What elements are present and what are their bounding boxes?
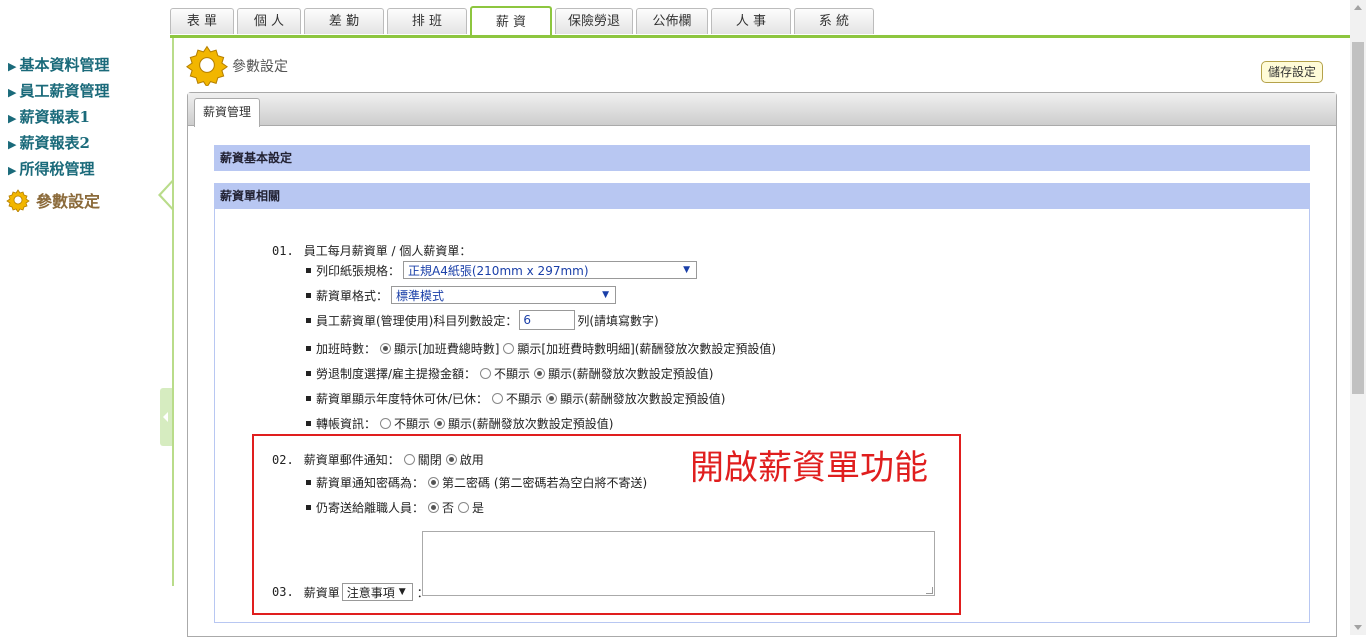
overtime-hours-label: 加班時數：	[316, 342, 377, 356]
save-settings-button[interactable]: 儲存設定	[1261, 61, 1324, 83]
module-tabs: 表 單 個 人 差 勤 排 班 薪 資 保險勞退 公佈欄 人 事 系 統	[170, 6, 877, 36]
annual-leave-hide-radio[interactable]	[492, 393, 504, 404]
triangle-right-icon: ▶	[8, 112, 17, 125]
annual-leave-show-radio[interactable]	[546, 393, 558, 404]
payslip-format-value: 標準模式	[396, 288, 445, 303]
bullet-icon	[306, 371, 311, 376]
sidebar-item-basic-data[interactable]: ▶ 基本資料管理	[8, 54, 109, 75]
tab-attendance[interactable]: 差 勤	[304, 8, 384, 34]
item-rows-input[interactable]: 6	[519, 310, 576, 330]
bullet-icon	[306, 396, 311, 401]
sidebar-item-label: 薪資報表2	[19, 134, 90, 152]
dropdown-arrow-icon: ▼	[602, 290, 610, 300]
scrollbar-thumb[interactable]	[1352, 42, 1364, 394]
triangle-right-icon: ▶	[8, 86, 17, 99]
transfer-info-row: 轉帳資訊： 不顯示 顯示(薪酬發放次數設定預設值)	[306, 415, 613, 432]
annual-leave-show-label: 顯示(薪酬發放次數設定預設值)	[560, 392, 726, 406]
pension-hide-label: 不顯示	[494, 367, 531, 381]
setting-label: 員工每月薪資單 / 個人薪資單：	[303, 244, 472, 258]
payslip-format-select[interactable]: 標準模式 ▼	[391, 286, 617, 304]
tab-hr[interactable]: 人 事	[711, 8, 791, 34]
nav-underline	[170, 35, 1350, 38]
annual-leave-row: 薪資單顯示年度特休可休/已休： 不顯示 顯示(薪酬發放次數設定預設值)	[306, 390, 725, 407]
sidebar-item-label: 參數設定	[36, 192, 101, 211]
paper-size-value: 正規A4紙張(210mm x 297mm)	[408, 263, 589, 278]
item-rows-row: 員工薪資單(管理使用)科目列數設定： 6 列(請填寫數字)	[306, 310, 659, 330]
gear-icon	[186, 45, 228, 86]
pension-hide-radio[interactable]	[480, 368, 492, 379]
paper-size-row: 列印紙張規格： 正規A4紙張(210mm x 297mm) ▼	[306, 261, 698, 279]
paper-size-select[interactable]: 正規A4紙張(210mm x 297mm) ▼	[403, 261, 698, 279]
sidebar-pointer-inner	[161, 183, 172, 207]
page-title: 參數設定	[232, 59, 288, 75]
tab-scheduling[interactable]: 排 班	[387, 8, 467, 34]
pension-row: 勞退制度選擇/雇主提撥金額： 不顯示 顯示(薪酬發放次數設定預設值)	[306, 365, 713, 382]
payslip-format-label: 薪資單格式：	[316, 288, 389, 303]
sidebar-item-employee-payroll[interactable]: ▶ 員工薪資管理	[8, 80, 109, 101]
triangle-right-icon: ▶	[8, 60, 17, 73]
bullet-icon	[306, 267, 311, 273]
item-rows-label: 員工薪資單(管理使用)科目列數設定：	[316, 313, 518, 328]
overtime-detail-label: 顯示[加班費時數明細](薪酬發放次數設定預設值)	[517, 342, 777, 356]
tab-bulletin[interactable]: 公佈欄	[636, 8, 708, 34]
bullet-icon	[306, 421, 311, 426]
transfer-hide-label: 不顯示	[394, 417, 431, 431]
pension-show-radio[interactable]	[534, 368, 546, 379]
scroll-down-icon[interactable]	[1354, 625, 1362, 630]
item-number: 01.	[272, 243, 294, 258]
sidebar-item-parameters[interactable]: 參數設定	[6, 188, 100, 212]
sidebar-item-label: 薪資報表1	[19, 108, 90, 126]
tab-insurance[interactable]: 保險勞退	[555, 8, 633, 34]
sidebar-item-income-tax[interactable]: ▶ 所得稅管理	[8, 158, 94, 179]
overtime-total-label: 顯示[加班費總時數]	[394, 342, 500, 356]
overtime-detail-radio[interactable]	[503, 343, 515, 354]
tab-payroll-management[interactable]: 薪資管理	[194, 98, 261, 127]
triangle-right-icon: ▶	[8, 164, 17, 177]
transfer-show-label: 顯示(薪酬發放次數設定預設值)	[448, 417, 614, 431]
pension-label: 勞退制度選擇/雇主提撥金額：	[316, 367, 477, 381]
tab-personal[interactable]: 個 人	[237, 8, 301, 34]
tab-system[interactable]: 系 統	[794, 8, 874, 34]
scroll-up-icon[interactable]	[1354, 5, 1362, 10]
transfer-show-radio[interactable]	[434, 418, 446, 429]
item-rows-hint: 列(請填寫數字)	[577, 313, 659, 328]
section-basic-settings[interactable]: 薪資基本設定	[214, 145, 1310, 171]
overtime-hours-row: 加班時數： 顯示[加班費總時數] 顯示[加班費時數明細](薪酬發放次數設定預設值…	[306, 340, 776, 357]
sidebar-collapse-handle[interactable]	[160, 388, 172, 446]
tab-payroll[interactable]: 薪 資	[470, 6, 552, 36]
top-nav: 表 單 個 人 差 勤 排 班 薪 資 保險勞退 公佈欄 人 事 系 統	[0, 0, 1350, 38]
transfer-info-label: 轉帳資訊：	[316, 417, 377, 431]
payslip-format-row: 薪資單格式： 標準模式 ▼	[306, 286, 617, 304]
bullet-icon	[306, 346, 311, 351]
annual-leave-hide-label: 不顯示	[506, 392, 543, 406]
section-payslip[interactable]: 薪資單相關	[214, 183, 1310, 209]
panel-tab-bar: 薪資管理	[188, 93, 1336, 127]
triangle-right-icon: ▶	[8, 138, 17, 151]
sidebar-item-payroll-report-2[interactable]: ▶ 薪資報表2	[8, 132, 90, 153]
paper-size-label: 列印紙張規格：	[316, 263, 401, 278]
gear-icon	[6, 189, 30, 212]
sidebar: ▶ 基本資料管理 ▶ 員工薪資管理 ▶ 薪資報表1 ▶ 薪資報表2 ▶ 所得稅管理 參數設…	[0, 38, 174, 586]
sidebar-item-label: 所得稅管理	[19, 160, 95, 178]
bullet-icon	[306, 292, 311, 298]
setting-01-title: 01. 員工每月薪資單 / 個人薪資單：	[272, 242, 471, 259]
tab-forms[interactable]: 表 單	[170, 8, 234, 34]
sidebar-item-label: 基本資料管理	[19, 56, 110, 74]
sidebar-item-label: 員工薪資管理	[19, 82, 110, 100]
bullet-icon	[306, 317, 311, 323]
dropdown-arrow-icon: ▼	[683, 265, 691, 275]
overtime-total-radio[interactable]	[380, 343, 392, 354]
sidebar-item-payroll-report-1[interactable]: ▶ 薪資報表1	[8, 106, 90, 127]
pension-show-label: 顯示(薪酬發放次數設定預設值)	[548, 367, 714, 381]
annual-leave-label: 薪資單顯示年度特休可休/已休：	[316, 392, 489, 406]
transfer-hide-radio[interactable]	[380, 418, 392, 429]
vertical-scrollbar[interactable]	[1350, 0, 1366, 635]
annotation-text: 開啟薪資單功能	[690, 448, 928, 488]
